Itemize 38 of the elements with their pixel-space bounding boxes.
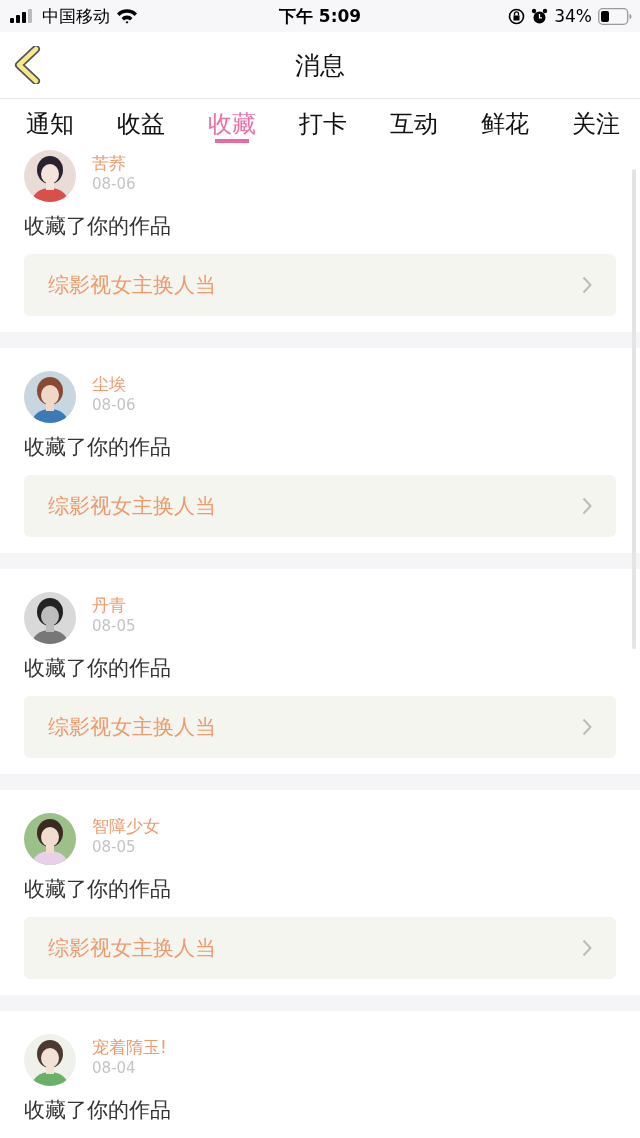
chevron-icon bbox=[582, 276, 592, 294]
message-text: 收藏了你的作品 bbox=[24, 1097, 172, 1124]
page-title: 消息 bbox=[295, 49, 345, 82]
message-text: 收藏了你的作品 bbox=[24, 434, 172, 461]
tab[interactable]: 鲜花 bbox=[477, 99, 533, 147]
tab[interactable]: 通知 bbox=[22, 99, 78, 147]
tab[interactable]: 收益 bbox=[113, 99, 169, 147]
message-date: 08-05 bbox=[92, 616, 136, 636]
work-link[interactable]: 综影视女主换人当 bbox=[24, 917, 616, 979]
user-name[interactable]: 苦荞 bbox=[92, 152, 136, 174]
work-link[interactable]: 综影视女主换人当 bbox=[24, 254, 616, 316]
tab[interactable]: 互动 bbox=[386, 99, 442, 147]
user-name[interactable]: 丹青 bbox=[92, 594, 136, 616]
rotation-lock-icon bbox=[508, 7, 526, 25]
battery-icon bbox=[598, 7, 632, 25]
message-text: 收藏了你的作品 bbox=[24, 876, 172, 903]
back-icon[interactable] bbox=[14, 46, 42, 84]
tab[interactable]: 关注 bbox=[568, 99, 624, 147]
message-date: 08-05 bbox=[92, 837, 137, 857]
clock-time: 下午 5:09 bbox=[278, 4, 362, 28]
tab[interactable]: 打卡 bbox=[295, 99, 351, 147]
work-link[interactable]: 综影视女主换人当 bbox=[24, 696, 616, 758]
user-name[interactable]: 宠着隋玉! bbox=[92, 1036, 167, 1058]
message-date: 08-06 bbox=[92, 395, 136, 415]
battery-percent: 34% bbox=[554, 6, 592, 26]
work-link[interactable]: 综影视女主换人当 bbox=[24, 475, 616, 537]
message-date: 08-04 bbox=[92, 1058, 137, 1078]
alarm-icon bbox=[531, 7, 549, 25]
chevron-icon bbox=[582, 939, 592, 957]
carrier-name: 中国移动 bbox=[42, 4, 110, 28]
message-text: 收藏了你的作品 bbox=[24, 213, 172, 240]
user-name[interactable]: 智障少女 bbox=[92, 815, 160, 837]
chevron-icon bbox=[582, 718, 592, 736]
wifi-icon bbox=[116, 8, 138, 24]
user-name[interactable]: 尘埃 bbox=[92, 373, 136, 395]
message-date: 08-06 bbox=[92, 174, 136, 194]
message-text: 收藏了你的作品 bbox=[24, 655, 172, 682]
chevron-icon bbox=[582, 497, 592, 515]
